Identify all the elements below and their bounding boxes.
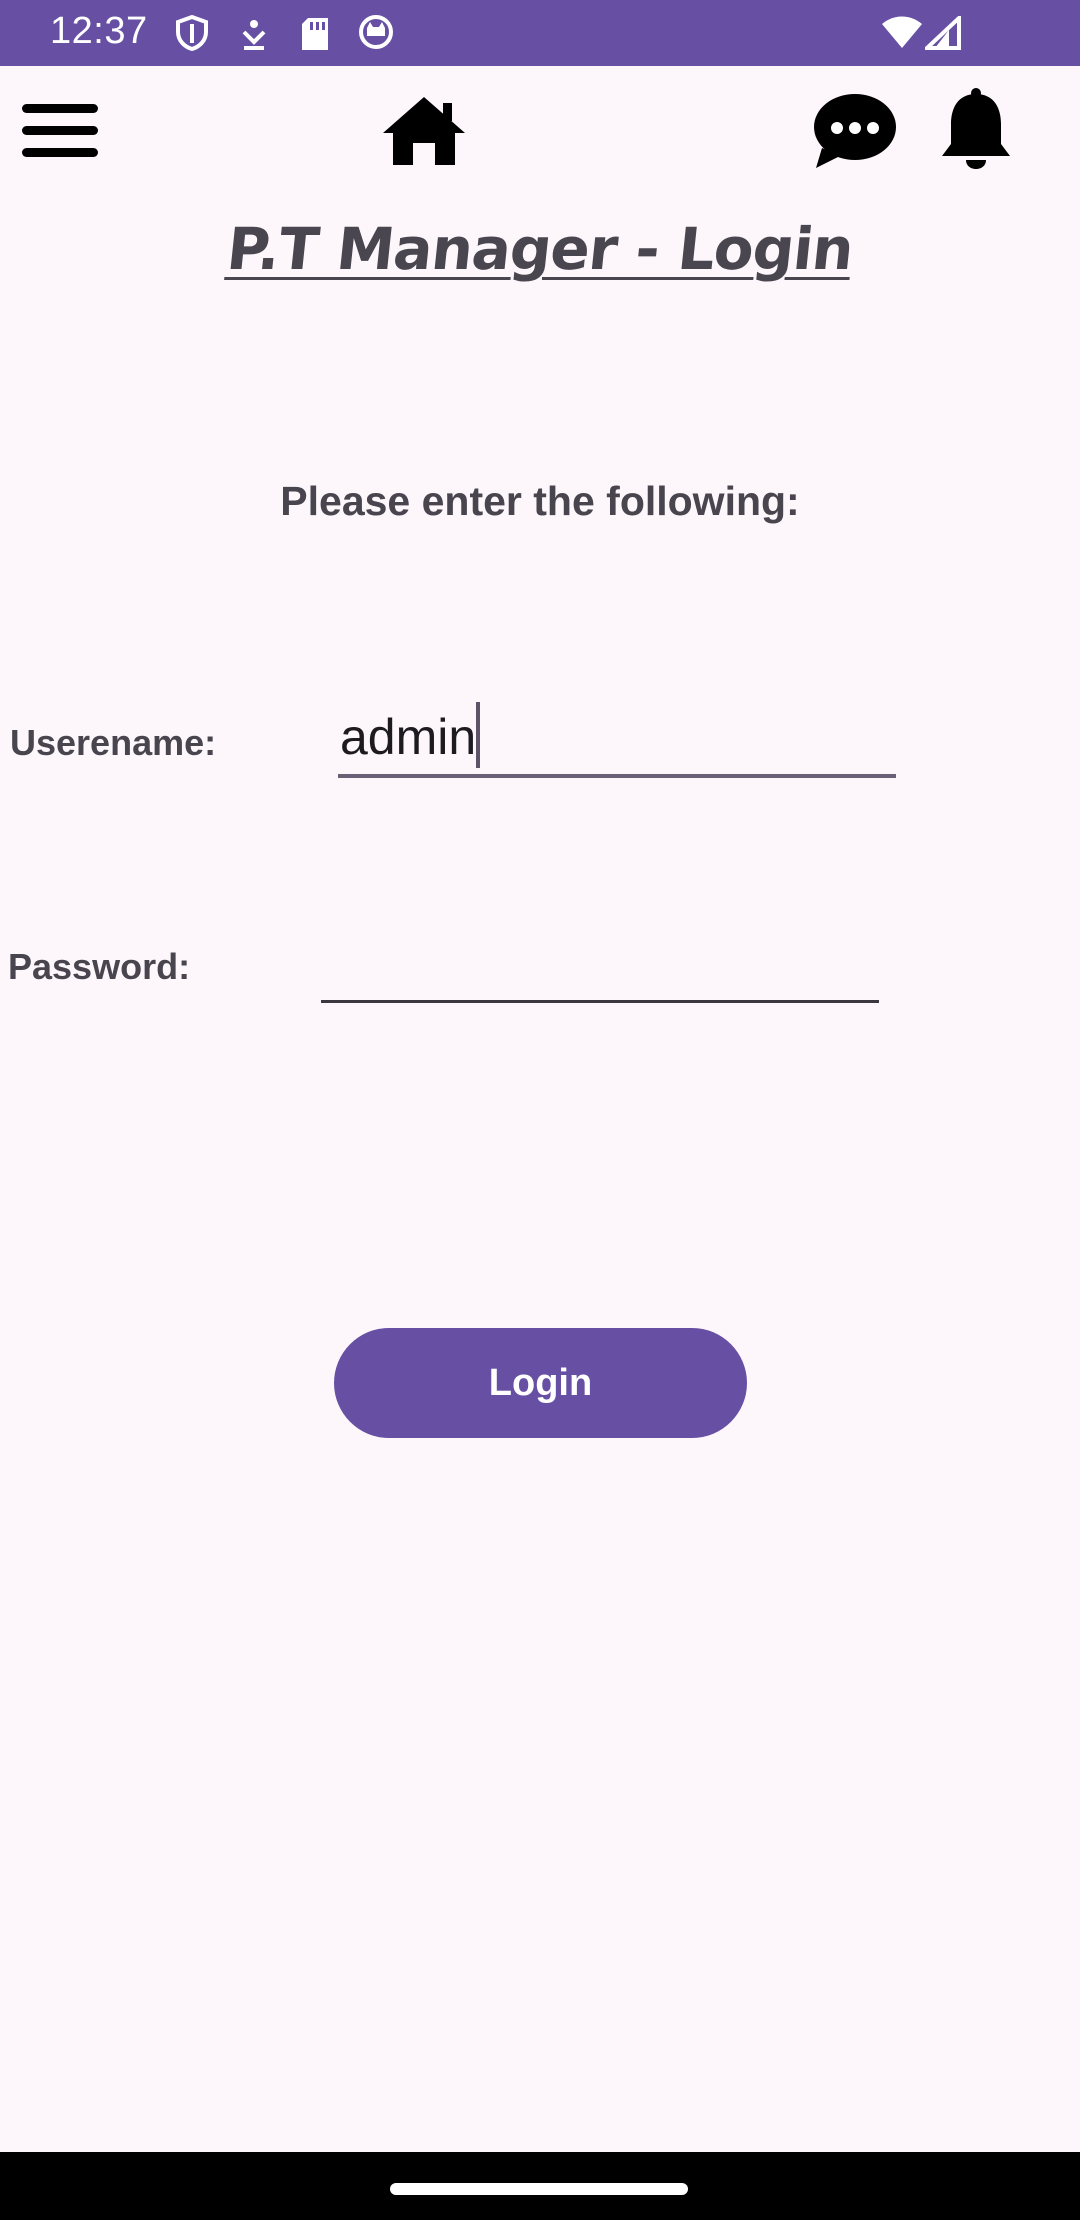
- status-time: 12:37: [50, 10, 148, 52]
- sd-card-icon: [302, 18, 328, 50]
- download-icon: [242, 20, 266, 50]
- menu-icon[interactable]: [22, 102, 98, 160]
- text-caret: [476, 702, 480, 768]
- username-input[interactable]: [338, 700, 896, 778]
- cell-signal-icon: [925, 16, 961, 50]
- password-input[interactable]: [321, 925, 879, 1003]
- home-icon[interactable]: [381, 95, 467, 167]
- page-title-text: P.T Manager - Login: [223, 215, 857, 283]
- status-bar: 12:37: [0, 0, 1080, 66]
- cat-face-icon: [359, 15, 393, 49]
- login-screen: 12:37 P.T Manager - Login Please enter t…: [0, 0, 1080, 2220]
- password-label: Password:: [8, 946, 191, 987]
- username-label: Userename:: [10, 722, 217, 763]
- wifi-icon: [882, 16, 922, 48]
- page-title: P.T Manager - Login: [0, 215, 1080, 283]
- instruction-text: Please enter the following:: [280, 478, 800, 524]
- login-button[interactable]: Login: [334, 1328, 747, 1438]
- home-gesture-handle[interactable]: [390, 2183, 688, 2195]
- shield-icon: [176, 15, 208, 51]
- bell-icon[interactable]: [938, 86, 1014, 174]
- chat-icon[interactable]: [812, 92, 898, 170]
